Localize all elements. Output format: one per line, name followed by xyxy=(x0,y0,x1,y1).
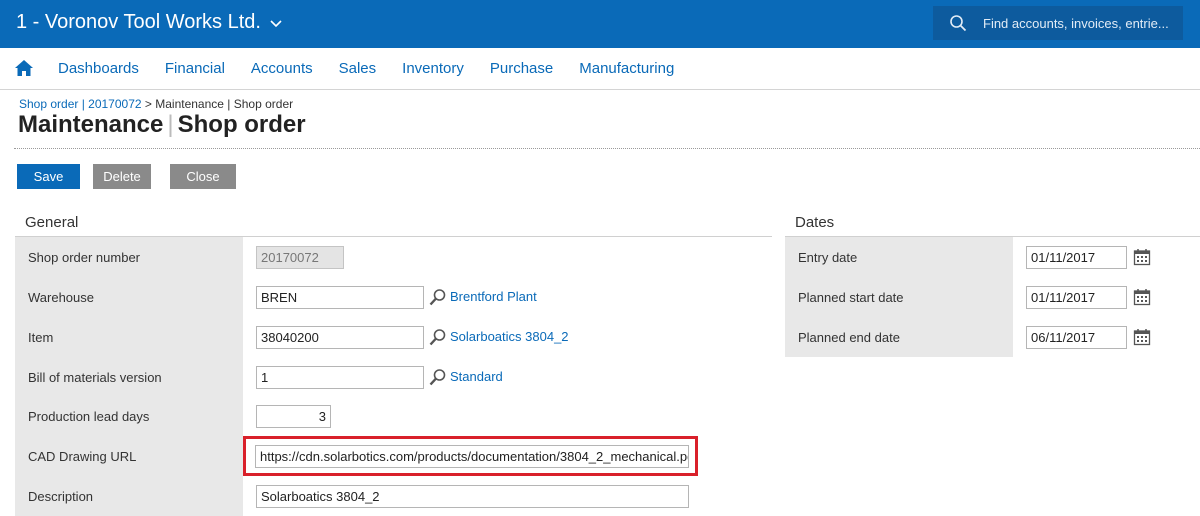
save-button[interactable]: Save xyxy=(17,164,80,189)
bom-version-link[interactable]: Standard xyxy=(450,369,503,384)
page-title-right: Shop order xyxy=(177,111,306,138)
shop-order-number-label: Shop order number xyxy=(28,250,141,265)
top-bar: 1 - Voronov Tool Works Ltd. Find account… xyxy=(0,0,1200,48)
lead-days-label: Production lead days xyxy=(28,409,150,424)
nav-item-purchase[interactable]: Purchase xyxy=(490,60,553,77)
page-title: Maintenance | Shop order xyxy=(18,111,306,139)
main-nav: Dashboards Financial Accounts Sales Inve… xyxy=(0,48,1200,90)
breadcrumb: Shop order | 20170072 > Maintenance | Sh… xyxy=(19,97,293,111)
entry-date-calendar-icon[interactable] xyxy=(1133,248,1151,266)
item-link[interactable]: Solarboatics 3804_2 xyxy=(450,329,569,344)
item-label: Item xyxy=(28,330,54,345)
page-title-separator: | xyxy=(167,111,174,138)
planned-start-calendar-icon[interactable] xyxy=(1133,288,1151,306)
entry-date-field[interactable]: 01/11/2017 xyxy=(1026,246,1127,269)
warehouse-label: Warehouse xyxy=(28,290,94,305)
company-name: 1 - Voronov Tool Works Ltd. xyxy=(16,11,261,33)
planned-end-field[interactable]: 06/11/2017 xyxy=(1026,326,1127,349)
search-icon xyxy=(950,15,967,32)
nav-item-dashboards[interactable]: Dashboards xyxy=(58,60,139,77)
title-divider xyxy=(14,148,1200,149)
nav-item-sales[interactable]: Sales xyxy=(339,60,377,77)
home-icon[interactable] xyxy=(14,59,34,77)
entry-date-label: Entry date xyxy=(798,250,858,265)
planned-start-field[interactable]: 01/11/2017 xyxy=(1026,286,1127,309)
bom-version-lookup-icon[interactable] xyxy=(429,368,447,386)
shop-order-number-field: 20170072 xyxy=(256,246,344,269)
lead-days-field[interactable]: 3 xyxy=(256,405,331,428)
planned-start-label: Planned start date xyxy=(798,290,904,305)
search-placeholder: Find accounts, invoices, entrie... xyxy=(983,15,1169,31)
description-field[interactable]: Solarboatics 3804_2 xyxy=(256,485,689,508)
company-selector[interactable]: 1 - Voronov Tool Works Ltd. xyxy=(16,11,283,34)
cad-url-highlight xyxy=(243,436,698,476)
nav-item-manufacturing[interactable]: Manufacturing xyxy=(579,60,674,77)
nav-items: Dashboards Financial Accounts Sales Inve… xyxy=(58,60,700,77)
nav-item-accounts[interactable]: Accounts xyxy=(251,60,313,77)
planned-end-label: Planned end date xyxy=(798,330,900,345)
planned-end-calendar-icon[interactable] xyxy=(1133,328,1151,346)
item-field[interactable]: 38040200 xyxy=(256,326,424,349)
warehouse-lookup-icon[interactable] xyxy=(429,288,447,306)
chevron-down-icon xyxy=(270,19,282,27)
page-title-left: Maintenance xyxy=(18,111,164,138)
global-search-input[interactable]: Find accounts, invoices, entrie... xyxy=(933,6,1183,40)
breadcrumb-current: > Maintenance | Shop order xyxy=(141,97,294,111)
general-section-title: General xyxy=(25,214,79,231)
warehouse-field[interactable]: BREN xyxy=(256,286,424,309)
nav-item-financial[interactable]: Financial xyxy=(165,60,225,77)
bom-version-field[interactable]: 1 xyxy=(256,366,424,389)
close-button[interactable]: Close xyxy=(170,164,236,189)
dates-section-title: Dates xyxy=(795,214,835,231)
description-label: Description xyxy=(28,489,94,504)
nav-item-inventory[interactable]: Inventory xyxy=(402,60,464,77)
warehouse-link[interactable]: Brentford Plant xyxy=(450,289,537,304)
cad-url-label: CAD Drawing URL xyxy=(28,449,137,464)
bom-version-label: Bill of materials version xyxy=(28,370,162,385)
delete-button[interactable]: Delete xyxy=(93,164,151,189)
breadcrumb-link[interactable]: Shop order | 20170072 xyxy=(19,97,142,111)
item-lookup-icon[interactable] xyxy=(429,328,447,346)
